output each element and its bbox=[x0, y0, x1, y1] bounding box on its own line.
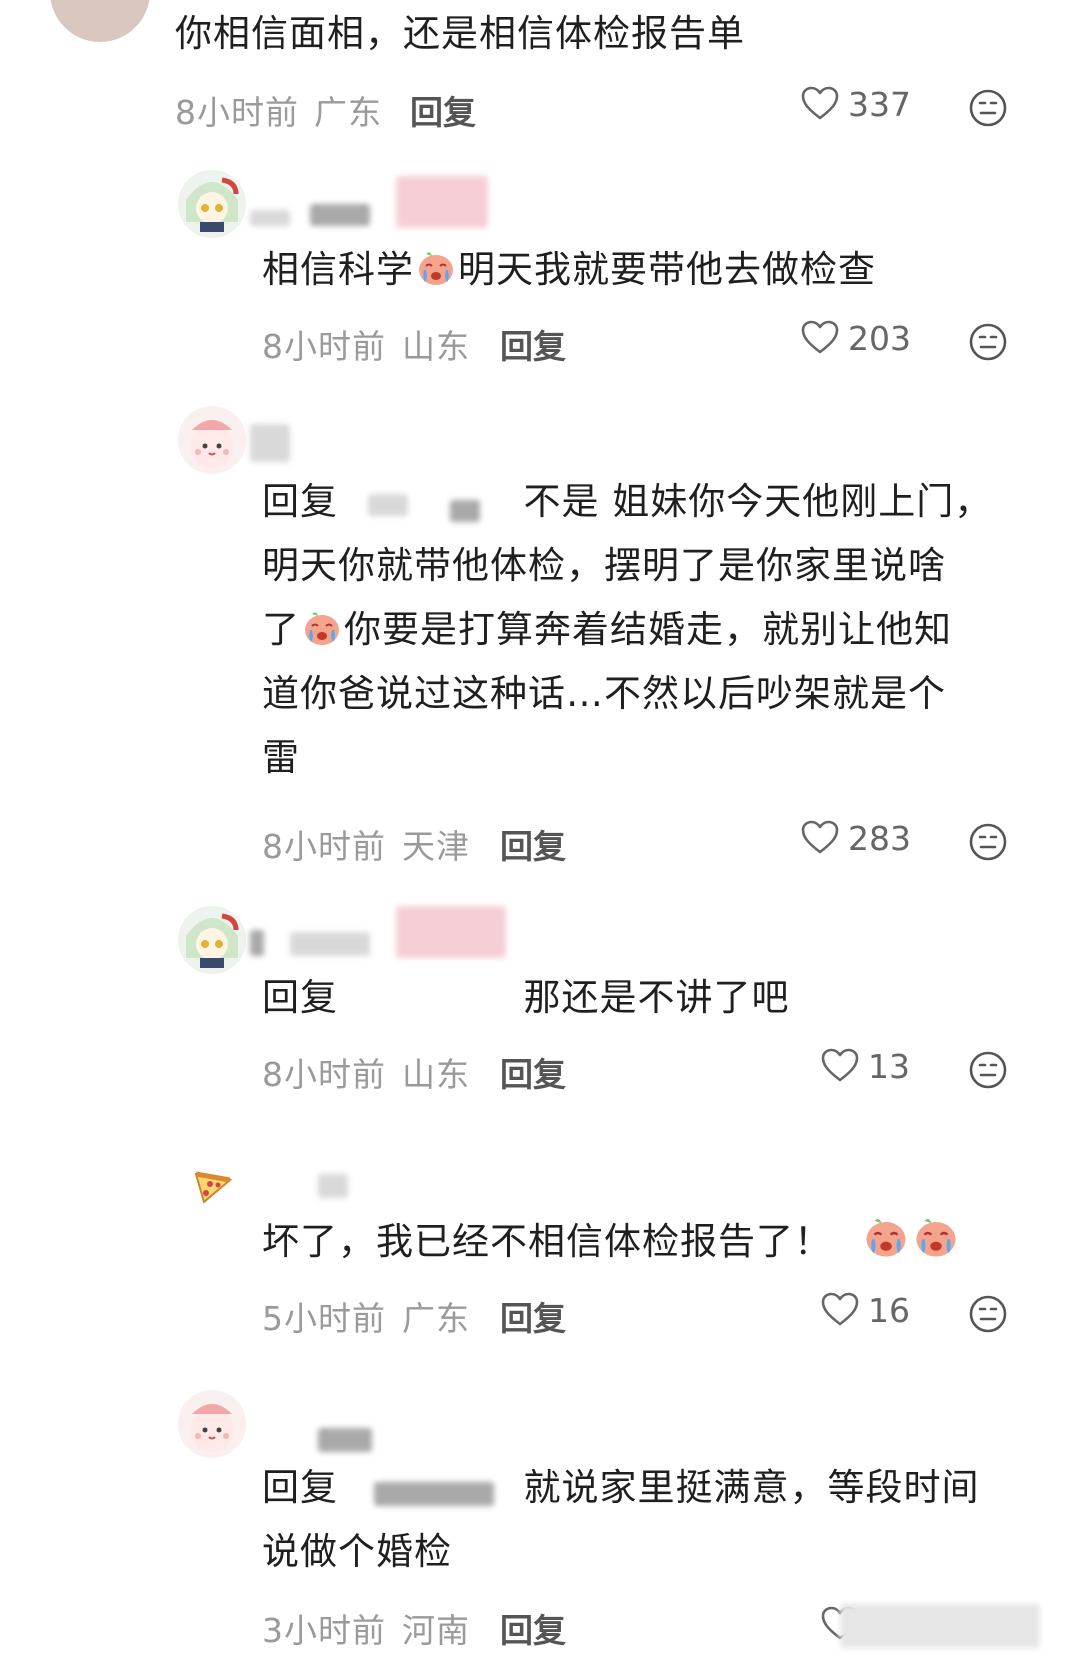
reply-time: 8小时前 bbox=[262, 327, 386, 366]
reply-time: 5小时前 bbox=[262, 1299, 386, 1338]
reply-item: 回复 就说家里挺满意，等段时间 说做个婚检 3小时前 河南 回复 bbox=[0, 1390, 1080, 1666]
dislike-face-icon[interactable] bbox=[968, 822, 1008, 862]
reply-text: 回复 就说家里挺满意，等段时间 说做个婚检 bbox=[262, 1466, 980, 1573]
username-blurred bbox=[250, 424, 290, 462]
heart-outline-icon bbox=[820, 1290, 860, 1330]
dislike-face-icon[interactable] bbox=[968, 1294, 1008, 1334]
top-comment: 你相信面相，还是相信体检报告单 8小时前 广东 回复 337 bbox=[0, 0, 1080, 150]
user-badge-blurred bbox=[396, 176, 488, 228]
reply-location: 天津 bbox=[402, 827, 470, 866]
reply-button[interactable]: 回复 bbox=[410, 86, 476, 134]
reply-item: 相信科学 明天我就要带他去做检查 8小时前 山东 回复 203 bbox=[0, 170, 1080, 370]
reply-location: 山东 bbox=[402, 1055, 470, 1094]
reply-text: 回复 那还是不讲了吧 bbox=[262, 976, 790, 1019]
heart-outline-icon bbox=[820, 1046, 860, 1086]
reply-time: 8小时前 bbox=[262, 827, 386, 866]
reply-location: 广东 bbox=[402, 1299, 470, 1338]
crying-face-emoji-icon bbox=[302, 608, 342, 648]
mention-blurred bbox=[368, 494, 408, 516]
reply-text: 相信科学 明天我就要带他去做检查 bbox=[262, 248, 876, 291]
reply-button[interactable]: 回复 bbox=[500, 1604, 566, 1652]
like-count: 203 bbox=[848, 318, 911, 358]
like-count: 337 bbox=[848, 84, 911, 124]
avatar[interactable] bbox=[178, 1390, 246, 1458]
avatar[interactable] bbox=[178, 1150, 246, 1218]
reply-button[interactable]: 回复 bbox=[500, 1048, 566, 1096]
watermark-blurred bbox=[840, 1604, 1040, 1648]
like-button[interactable]: 13 bbox=[820, 1046, 910, 1086]
reply-location: 河南 bbox=[402, 1611, 470, 1650]
comment-time: 8小时前 bbox=[175, 93, 299, 132]
like-button[interactable]: 337 bbox=[800, 84, 911, 124]
crying-face-emoji-icon bbox=[416, 248, 456, 288]
crying-face-emoji-icon bbox=[863, 1214, 909, 1260]
crying-face-emoji-icon bbox=[913, 1214, 959, 1260]
dislike-face-icon[interactable] bbox=[968, 1050, 1008, 1090]
reply-text: 坏了，我已经不相信体检报告了！ bbox=[262, 1210, 961, 1274]
reply-item: 坏了，我已经不相信体检报告了！ 5小时前 广东 回复 16 bbox=[0, 1150, 1080, 1350]
like-button[interactable]: 203 bbox=[800, 318, 911, 358]
reply-location: 山东 bbox=[402, 327, 470, 366]
like-count: 13 bbox=[868, 1046, 910, 1086]
reply-time: 3小时前 bbox=[262, 1611, 386, 1650]
username-blurred bbox=[318, 1428, 372, 1452]
mention-blurred bbox=[450, 500, 480, 522]
username-blurred bbox=[318, 1174, 348, 1198]
reply-button[interactable]: 回复 bbox=[500, 320, 566, 368]
username-blurred bbox=[250, 210, 290, 226]
dislike-face-icon[interactable] bbox=[968, 88, 1008, 128]
like-count: 16 bbox=[868, 1290, 910, 1330]
comment-location: 广东 bbox=[314, 93, 382, 132]
reply-time: 8小时前 bbox=[262, 1055, 386, 1094]
username-blurred bbox=[290, 932, 370, 956]
like-button[interactable]: 283 bbox=[800, 818, 911, 858]
heart-outline-icon bbox=[800, 318, 840, 358]
username-blurred bbox=[310, 204, 370, 226]
user-badge-blurred bbox=[396, 906, 506, 958]
reply-item: 回复 不是 姐妹你今天他刚上门， 明天你就带他体检，摆明了是你家里说啥 了你要是… bbox=[0, 406, 1080, 866]
avatar[interactable] bbox=[178, 906, 246, 974]
username-blurred bbox=[250, 930, 264, 956]
like-button[interactable]: 16 bbox=[820, 1290, 910, 1330]
mention-blurred bbox=[374, 1482, 494, 1506]
reply-button[interactable]: 回复 bbox=[500, 1292, 566, 1340]
comment-text: 你相信面相，还是相信体检报告单 bbox=[175, 12, 745, 55]
reply-item: 回复 那还是不讲了吧 8小时前 山东 回复 13 bbox=[0, 906, 1080, 1106]
heart-outline-icon bbox=[800, 84, 840, 124]
dislike-face-icon[interactable] bbox=[968, 322, 1008, 362]
reply-button[interactable]: 回复 bbox=[500, 820, 566, 868]
avatar[interactable] bbox=[178, 406, 246, 474]
like-count: 283 bbox=[848, 818, 911, 858]
avatar[interactable] bbox=[50, 0, 150, 42]
reply-text: 回复 不是 姐妹你今天他刚上门， 明天你就带他体检，摆明了是你家里说啥 了你要是… bbox=[262, 480, 993, 779]
heart-outline-icon bbox=[800, 818, 840, 858]
avatar[interactable] bbox=[178, 170, 246, 238]
